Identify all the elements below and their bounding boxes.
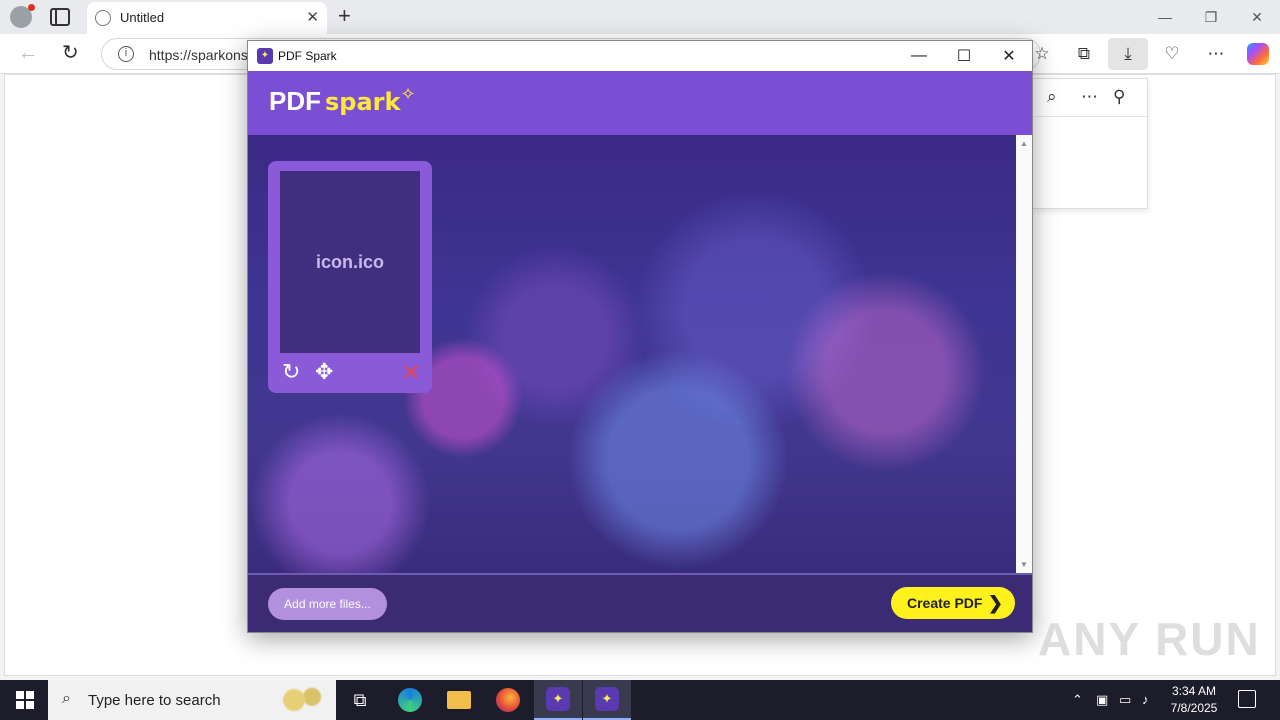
volume-icon[interactable]: ♪	[1142, 692, 1149, 707]
move-icon[interactable]: ✥	[315, 359, 333, 385]
search-highlight-image	[270, 684, 330, 716]
browser-tab[interactable]: Untitled ✕	[87, 2, 327, 34]
pin-icon[interactable]: ⚲	[1113, 87, 1125, 107]
firefox-taskbar-icon[interactable]	[484, 680, 532, 720]
more-icon[interactable]: ⋯	[1081, 87, 1098, 107]
downloads-icon[interactable]: ⤓	[1108, 38, 1148, 70]
clock-date: 7/8/2025	[1170, 701, 1218, 715]
scroll-up-icon[interactable]: ▲	[1020, 139, 1028, 148]
downloads-panel: ⌕ ⋯ ⚲	[1032, 78, 1149, 209]
task-view-icon[interactable]: ⧉	[336, 680, 384, 720]
collections-icon[interactable]: ⧉	[1072, 42, 1096, 66]
app-header: PDF spark✧	[248, 71, 1032, 135]
app-close-button[interactable]: ✕	[986, 41, 1032, 71]
file-explorer-icon[interactable]	[435, 680, 483, 720]
downloads-panel-toolbar: ⌕ ⋯ ⚲	[1033, 79, 1149, 117]
app-footer: Add more files... Create PDF ❯	[248, 573, 1032, 632]
edge-taskbar-icon[interactable]	[386, 680, 434, 720]
tray-device-icon[interactable]: ▣	[1096, 692, 1108, 708]
profile-avatar[interactable]	[10, 4, 35, 28]
app-minimize-button[interactable]: —	[896, 41, 942, 71]
windows-start-icon[interactable]	[16, 691, 34, 709]
address-url: https://sparkons	[149, 47, 248, 63]
favorites-star-icon[interactable]: ☆	[1030, 42, 1054, 66]
site-info-icon[interactable]: i	[118, 46, 134, 62]
file-drop-area[interactable]: icon.ico ↻ ✥ ✕	[248, 135, 1016, 573]
pdf-spark-window: ✦ PDF Spark — ☐ ✕ PDF spark✧ icon.ico ↻ ✥…	[247, 40, 1033, 633]
logo-spark-text: spark	[325, 88, 401, 116]
browser-essentials-icon[interactable]: ♡	[1160, 42, 1184, 66]
taskbar-clock[interactable]: 3:34 AM 7/8/2025	[1164, 683, 1224, 717]
create-pdf-button[interactable]: Create PDF ❯	[891, 587, 1015, 619]
create-pdf-label: Create PDF	[907, 595, 983, 611]
app-icon: ✦	[257, 48, 273, 64]
file-name: icon.ico	[315, 251, 384, 272]
tab-actions-icon[interactable]	[50, 8, 70, 26]
watermark: ANY RUN	[1038, 613, 1261, 665]
canvas-scrollbar[interactable]: ▲ ▼	[1016, 135, 1032, 573]
reload-icon[interactable]: ↻	[62, 40, 79, 65]
copilot-icon[interactable]	[1246, 42, 1270, 66]
tab-close-icon[interactable]: ✕	[306, 8, 319, 26]
notification-icon[interactable]	[1238, 690, 1256, 708]
profile-notification-dot	[28, 4, 35, 11]
app-title-bar: ✦ PDF Spark — ☐ ✕	[248, 41, 1032, 71]
file-card[interactable]: icon.ico ↻ ✥ ✕	[268, 161, 432, 393]
remove-file-icon[interactable]: ✕	[402, 360, 420, 386]
app-window-title: PDF Spark	[278, 49, 337, 63]
chevron-right-icon: ❯	[987, 593, 1003, 613]
new-tab-button[interactable]: +	[338, 3, 351, 29]
pdf-spark-taskbar-icon[interactable]: ✦	[534, 680, 582, 720]
browser-minimize-button[interactable]: —	[1142, 0, 1188, 34]
search-icon: ⌕	[62, 690, 71, 707]
sparkle-icon: ✧	[400, 84, 416, 104]
logo-pdf-text: PDF	[269, 86, 321, 116]
add-more-files-button[interactable]: Add more files...	[268, 588, 387, 620]
more-options-icon[interactable]: ⋯	[1204, 42, 1228, 66]
browser-close-button[interactable]: ✕	[1234, 0, 1280, 34]
rotate-icon[interactable]: ↻	[282, 359, 300, 385]
scroll-down-icon[interactable]: ▼	[1020, 560, 1028, 569]
browser-tab-bar: Untitled ✕ + — ❐ ✕	[0, 0, 1280, 34]
app-maximize-button[interactable]: ☐	[941, 41, 987, 71]
clock-time: 3:34 AM	[1171, 684, 1217, 698]
pdf-spark-logo: PDF spark✧	[269, 84, 416, 117]
globe-icon	[95, 10, 111, 26]
search-icon[interactable]: ⌕	[1047, 87, 1057, 107]
taskbar-search[interactable]: ⌕ Type here to search	[48, 680, 336, 720]
back-arrow-icon[interactable]: ←	[18, 42, 38, 65]
taskbar: ⌕ Type here to search ⧉ ✦ ✦ ⌃ ▣ ▭ ♪ 3:34…	[0, 680, 1280, 720]
browser-window-controls: — ❐ ✕	[1142, 0, 1280, 34]
tray-chevron-icon[interactable]: ⌃	[1072, 692, 1083, 708]
pdf-spark-taskbar-icon-2[interactable]: ✦	[583, 680, 631, 720]
browser-restore-button[interactable]: ❐	[1188, 0, 1234, 34]
tab-title: Untitled	[120, 10, 165, 25]
file-thumbnail: icon.ico	[280, 171, 420, 353]
network-icon[interactable]: ▭	[1119, 692, 1131, 708]
search-placeholder: Type here to search	[88, 692, 221, 709]
